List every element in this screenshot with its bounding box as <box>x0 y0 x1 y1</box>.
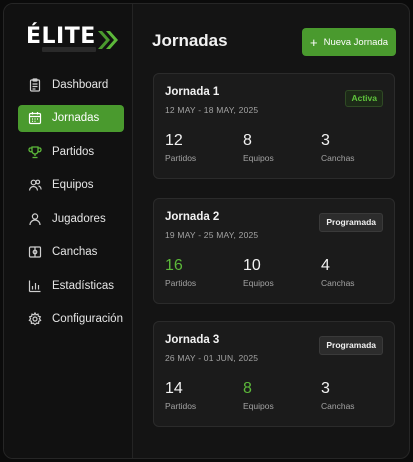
sidebar-item-estadisticas[interactable]: Estadísticas <box>18 272 124 299</box>
jornada-card[interactable]: Jornada 1 12 MAY - 18 MAY, 2025 Activa 1… <box>153 73 395 179</box>
logo-text: ÉLITE <box>26 24 96 49</box>
sidebar-item-label: Jugadores <box>52 212 106 225</box>
jornada-title: Jornada 2 <box>165 211 220 223</box>
logo-underline <box>42 47 96 52</box>
jornada-title: Jornada 3 <box>165 334 220 346</box>
stat-equipos: 8 Equipos <box>243 380 274 411</box>
stat-label: Partidos <box>165 401 197 411</box>
status-badge: Programada <box>319 213 383 232</box>
sidebar-item-partidos[interactable]: Partidos <box>18 138 124 165</box>
sidebar: ÉLITE Dashboard Jornadas Partidos Equipo… <box>4 4 133 458</box>
trophy-icon <box>28 145 42 159</box>
stat-value: 12 <box>165 132 183 149</box>
stat-label: Equipos <box>243 278 274 288</box>
new-jornada-label: Nueva Jornada <box>323 36 389 48</box>
main-content: Jornadas + Nueva Jornada Jornada 1 12 MA… <box>134 4 409 458</box>
sidebar-item-jornadas[interactable]: Jornadas <box>18 104 124 132</box>
stat-value: 3 <box>321 380 330 397</box>
sidebar-item-label: Canchas <box>52 246 98 258</box>
stat-label: Canchas <box>321 401 355 411</box>
users-icon <box>28 178 42 192</box>
app-window: ÉLITE Dashboard Jornadas Partidos Equipo… <box>3 3 410 459</box>
stat-canchas: 3 Canchas <box>321 380 355 411</box>
status-badge: Programada <box>319 336 383 355</box>
calendar-icon <box>28 111 42 125</box>
bar-chart-icon <box>28 279 42 293</box>
sidebar-item-label: Jornadas <box>52 112 100 124</box>
clipboard-icon <box>28 77 42 92</box>
jornada-title: Jornada 1 <box>165 86 220 98</box>
sidebar-item-configuracion[interactable]: Configuración <box>18 306 124 333</box>
stat-partidos: 14 Partidos <box>165 380 196 411</box>
field-icon <box>28 245 42 259</box>
stat-value: 8 <box>243 132 252 149</box>
sidebar-item-label: Estadísticas <box>52 279 114 292</box>
sidebar-item-dashboard[interactable]: Dashboard <box>18 71 124 98</box>
jornada-dates: 19 MAY - 25 MAY, 2025 <box>165 230 259 240</box>
stat-canchas: 3 Canchas <box>321 132 355 163</box>
new-jornada-button[interactable]: + Nueva Jornada <box>302 28 396 56</box>
stat-value: 16 <box>165 257 183 274</box>
stat-label: Partidos <box>165 153 197 163</box>
stat-value: 3 <box>321 132 330 149</box>
stat-label: Canchas <box>321 278 355 288</box>
stat-label: Partidos <box>165 278 197 288</box>
chevrons-logo-icon <box>98 31 118 49</box>
sidebar-item-label: Equipos <box>52 179 94 191</box>
jornada-card[interactable]: Jornada 2 19 MAY - 25 MAY, 2025 Programa… <box>153 198 395 304</box>
sidebar-nav: Dashboard Jornadas Partidos Equipos Juga… <box>18 71 124 339</box>
sidebar-item-equipos[interactable]: Equipos <box>18 172 124 199</box>
stat-equipos: 10 Equipos <box>243 257 274 288</box>
stat-label: Canchas <box>321 153 355 163</box>
sidebar-item-label: Configuración <box>52 313 123 325</box>
jornada-card[interactable]: Jornada 3 26 MAY - 01 JUN, 2025 Programa… <box>153 321 395 427</box>
status-badge: Activa <box>345 90 383 107</box>
gear-icon <box>28 312 42 326</box>
stat-value: 4 <box>321 257 330 274</box>
user-icon <box>28 212 42 226</box>
stat-partidos: 16 Partidos <box>165 257 196 288</box>
sidebar-item-label: Partidos <box>52 145 95 158</box>
stat-canchas: 4 Canchas <box>321 257 355 288</box>
stat-equipos: 8 Equipos <box>243 132 274 163</box>
jornada-dates: 26 MAY - 01 JUN, 2025 <box>165 353 259 363</box>
jornada-dates: 12 MAY - 18 MAY, 2025 <box>165 105 259 115</box>
stat-partidos: 12 Partidos <box>165 132 196 163</box>
page-title: Jornadas <box>152 31 228 50</box>
sidebar-item-canchas[interactable]: Canchas <box>18 239 124 266</box>
stat-label: Equipos <box>243 401 274 411</box>
sidebar-item-jugadores[interactable]: Jugadores <box>18 205 124 232</box>
stat-value: 8 <box>243 380 252 397</box>
stat-value: 14 <box>165 380 183 397</box>
plus-icon: + <box>309 34 318 50</box>
stat-label: Equipos <box>243 153 274 163</box>
logo[interactable]: ÉLITE <box>26 24 118 52</box>
sidebar-item-label: Dashboard <box>52 78 109 91</box>
stat-value: 10 <box>243 257 261 274</box>
